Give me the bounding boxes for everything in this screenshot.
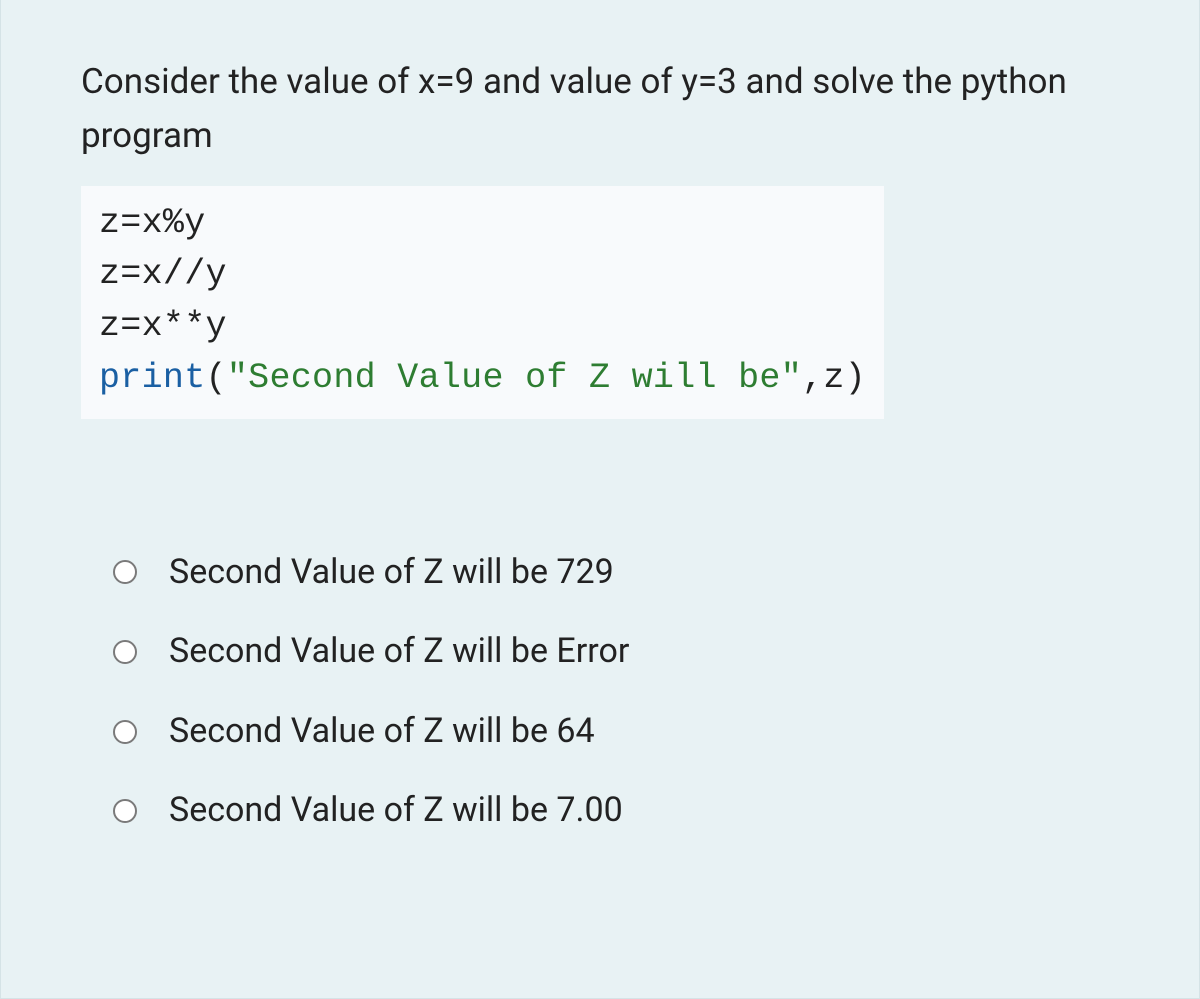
radio-icon[interactable] [113,720,137,744]
option-1[interactable]: Second Value of Z will be Error [113,628,1119,676]
question-prompt: Consider the value of x=9 and value of y… [81,55,1119,164]
option-label: Second Value of Z will be 64 [169,708,595,756]
radio-icon[interactable] [113,640,137,664]
option-3[interactable]: Second Value of Z will be 7.00 [113,787,1119,835]
option-label: Second Value of Z will be Error [169,628,629,676]
radio-icon[interactable] [113,560,137,584]
code-line-2: z=x//y [99,249,866,301]
option-0[interactable]: Second Value of Z will be 729 [113,549,1119,597]
code-paren-open: ( [206,358,227,398]
code-keyword-print: print [99,358,206,398]
code-line-4: print("Second Value of Z will be",z) [99,353,866,405]
option-label: Second Value of Z will be 7.00 [169,787,623,835]
code-line-1: z=x%y [99,198,866,250]
code-line-3: z=x**y [99,301,866,353]
option-label: Second Value of Z will be 729 [169,549,614,597]
code-rest: ,z) [802,358,866,398]
options-list: Second Value of Z will be 729 Second Val… [81,549,1119,835]
radio-icon[interactable] [113,799,137,823]
option-2[interactable]: Second Value of Z will be 64 [113,708,1119,756]
code-block: z=x%y z=x//y z=x**y print("Second Value … [81,186,884,419]
code-string: "Second Value of Z will be" [227,358,802,398]
